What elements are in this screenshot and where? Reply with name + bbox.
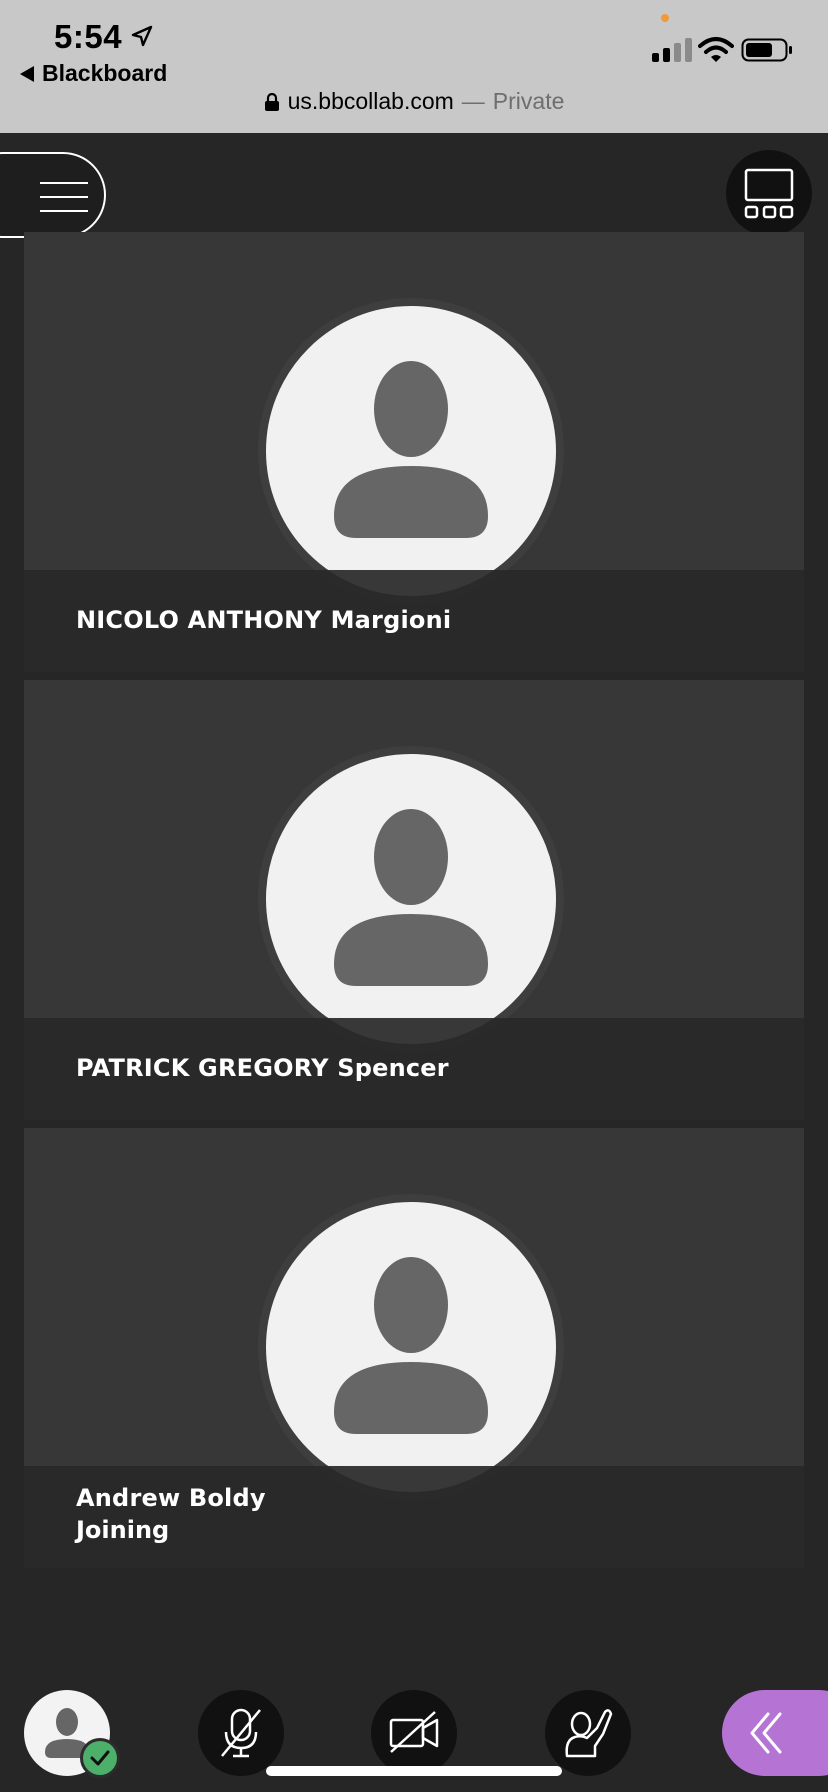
hamburger-icon bbox=[40, 182, 88, 224]
participant-tile[interactable]: NICOLO ANTHONY Margioni bbox=[24, 232, 804, 672]
participant-name: PATRICK GREGORY Spencer bbox=[76, 1054, 449, 1082]
check-icon bbox=[90, 1750, 110, 1766]
participant-tile[interactable]: Andrew Boldy Joining bbox=[24, 1128, 804, 1568]
back-triangle-icon bbox=[20, 65, 34, 82]
participant-name-bar: PATRICK GREGORY Spencer bbox=[24, 1018, 804, 1120]
person-icon bbox=[334, 361, 488, 538]
avatar bbox=[258, 298, 564, 604]
microphone-button[interactable] bbox=[198, 1690, 284, 1776]
camera-button[interactable] bbox=[371, 1690, 457, 1776]
gallery-layout-icon bbox=[744, 168, 794, 219]
double-chevron-left-icon bbox=[750, 1712, 782, 1754]
private-mode-label: Private bbox=[492, 88, 565, 114]
location-indicator-dot bbox=[661, 14, 669, 22]
address-bar[interactable]: us.bbcollab.com — Private bbox=[0, 88, 828, 115]
battery-icon bbox=[741, 38, 792, 62]
cell-signal-icon bbox=[652, 38, 692, 62]
participant-status: Joining bbox=[76, 1516, 170, 1544]
back-to-app-link[interactable]: Blackboard bbox=[20, 60, 167, 87]
back-app-label: Blackboard bbox=[42, 60, 168, 86]
open-collaborate-panel-button[interactable] bbox=[722, 1690, 828, 1776]
raise-hand-button[interactable] bbox=[545, 1690, 631, 1776]
layout-toggle-button[interactable] bbox=[726, 150, 812, 236]
home-indicator[interactable] bbox=[266, 1766, 562, 1776]
participant-name-bar: NICOLO ANTHONY Margioni bbox=[24, 570, 804, 672]
session-menu-button[interactable] bbox=[0, 152, 106, 238]
participant-tile[interactable]: PATRICK GREGORY Spencer bbox=[24, 680, 804, 1120]
raise-hand-icon bbox=[565, 1709, 613, 1758]
wifi-icon bbox=[698, 37, 734, 62]
camera-off-icon bbox=[389, 1711, 439, 1753]
lock-icon bbox=[264, 92, 279, 111]
browser-status-bar: 5:54 Blackboard us.bbcollab.com — Privat… bbox=[0, 0, 828, 133]
avatar bbox=[258, 746, 564, 1052]
avatar bbox=[258, 1194, 564, 1500]
microphone-muted-icon bbox=[221, 1708, 261, 1758]
status-time: 5:54 bbox=[54, 18, 123, 55]
participant-name-bar: Andrew Boldy Joining bbox=[24, 1466, 804, 1568]
status-badge bbox=[80, 1738, 120, 1778]
participant-name: Andrew Boldy bbox=[76, 1484, 266, 1512]
person-icon bbox=[334, 1257, 488, 1434]
location-arrow-icon bbox=[131, 25, 153, 47]
participant-name: NICOLO ANTHONY Margioni bbox=[76, 606, 452, 634]
url-text: us.bbcollab.com bbox=[287, 88, 454, 114]
person-icon bbox=[334, 809, 488, 986]
url-separator: — bbox=[461, 88, 485, 114]
